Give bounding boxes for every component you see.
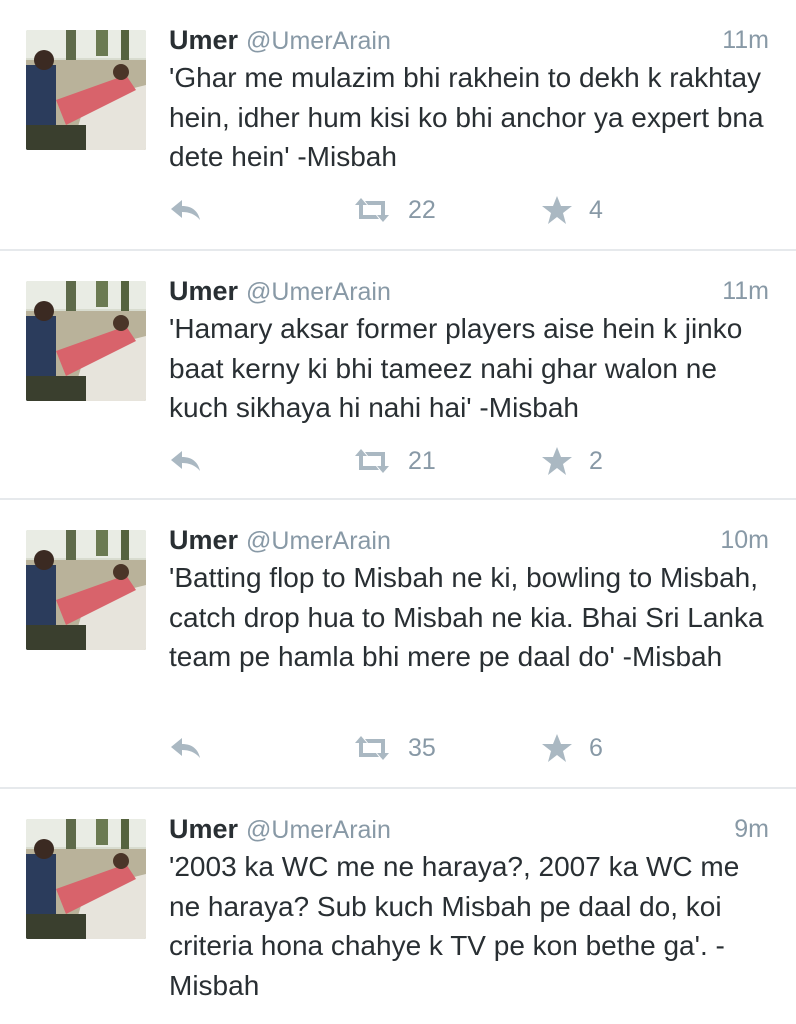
favorite-count: 2	[589, 446, 603, 475]
favorite-count: 6	[589, 733, 603, 762]
tweet-timeline: Umer @UmerArain 11m 'Ghar me mulazim bhi …	[0, 0, 796, 1024]
retweet-button[interactable]: 22	[352, 190, 436, 230]
star-icon	[541, 733, 573, 763]
timestamp[interactable]: 9m	[734, 811, 769, 847]
tweet[interactable]: Umer @UmerArain 10m 'Batting flop to Misb…	[0, 500, 796, 789]
star-icon	[541, 195, 573, 225]
favorite-button[interactable]: 2	[541, 441, 603, 481]
star-icon	[541, 446, 573, 476]
user-name[interactable]: Umer	[169, 25, 238, 55]
avatar[interactable]	[26, 819, 146, 939]
avatar[interactable]	[26, 281, 146, 401]
tweet-actions: 22 4	[169, 190, 769, 230]
tweet-actions: 21 2	[169, 441, 769, 481]
tweet[interactable]: Umer @UmerArain 11m 'Ghar me mulazim bhi …	[0, 0, 796, 251]
favorite-button[interactable]: 4	[541, 190, 603, 230]
reply-button[interactable]	[169, 441, 203, 481]
retweet-count: 21	[408, 446, 436, 475]
retweet-button[interactable]: 21	[352, 441, 436, 481]
user-name[interactable]: Umer	[169, 276, 238, 306]
tweet-text: 'Ghar me mulazim bhi rakhein to dekh k r…	[169, 62, 764, 172]
tweet-actions: 35 6	[169, 728, 769, 768]
user-handle[interactable]: @UmerArain	[246, 27, 391, 55]
retweet-icon	[352, 735, 392, 761]
reply-icon	[169, 736, 203, 760]
reply-button[interactable]	[169, 190, 203, 230]
timestamp[interactable]: 11m	[722, 22, 769, 58]
tweet[interactable]: Umer @UmerArain 11m 'Hamary aksar former …	[0, 251, 796, 500]
favorite-button[interactable]: 6	[541, 728, 603, 768]
retweet-icon	[352, 448, 392, 474]
retweet-count: 35	[408, 733, 436, 762]
reply-icon	[169, 449, 203, 473]
tweet[interactable]: Umer @UmerArain 9m '2003 ka WC me ne hara…	[0, 789, 796, 1024]
reply-button[interactable]	[169, 728, 203, 768]
retweet-count: 22	[408, 195, 436, 224]
tweet-text: 'Hamary aksar former players aise hein k…	[169, 313, 743, 423]
user-handle[interactable]: @UmerArain	[246, 527, 391, 555]
tweet-text: '2003 ka WC me ne haraya?, 2007 ka WC me…	[169, 851, 740, 1001]
timestamp[interactable]: 11m	[722, 273, 769, 309]
retweet-button[interactable]: 35	[352, 728, 436, 768]
tweet-text: 'Batting flop to Misbah ne ki, bowling t…	[169, 562, 764, 672]
reply-icon	[169, 198, 203, 222]
user-name[interactable]: Umer	[169, 814, 238, 844]
avatar[interactable]	[26, 530, 146, 650]
user-name[interactable]: Umer	[169, 525, 238, 555]
user-handle[interactable]: @UmerArain	[246, 816, 391, 844]
avatar[interactable]	[26, 30, 146, 150]
user-handle[interactable]: @UmerArain	[246, 278, 391, 306]
favorite-count: 4	[589, 195, 603, 224]
timestamp[interactable]: 10m	[720, 522, 769, 558]
retweet-icon	[352, 197, 392, 223]
